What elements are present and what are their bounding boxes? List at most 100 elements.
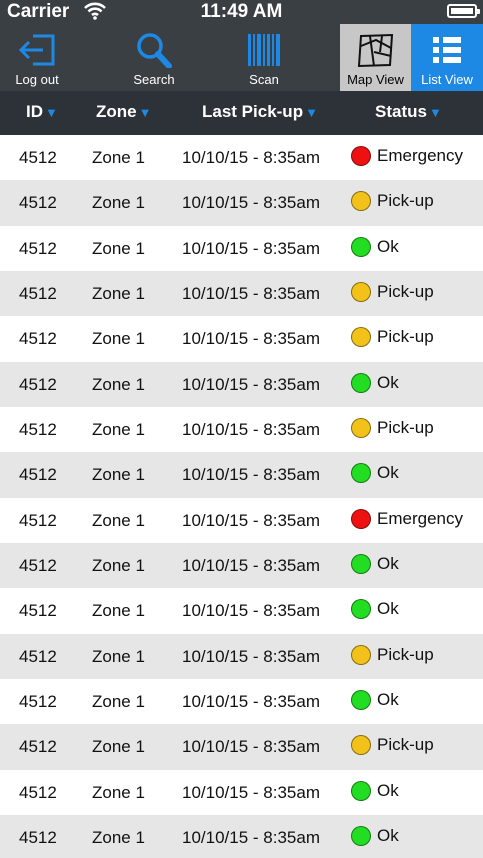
status-dot-icon xyxy=(351,780,371,801)
last-pickup-time: 10/10/15 - 8:35am xyxy=(182,283,320,303)
status-dot-icon xyxy=(351,146,371,166)
table-header: ID ▼ Zone ▼ Last Pick-up ▼ Status ▼ xyxy=(0,91,483,135)
header-id-label: ID xyxy=(26,102,43,121)
status-label: Ok xyxy=(377,780,399,800)
bin-zone: Zone 1 xyxy=(92,827,145,847)
table-row[interactable]: 4512 Zone 1 10/10/15 - 8:35am Ok xyxy=(0,542,483,589)
bin-zone: Zone 1 xyxy=(92,555,145,575)
last-pickup-time: 10/10/15 - 8:35am xyxy=(182,691,320,711)
status-dot-icon xyxy=(351,463,371,484)
sort-arrow-icon: ▼ xyxy=(45,105,58,120)
status-label: Ok xyxy=(377,689,399,709)
bin-id: 4512 xyxy=(19,148,57,167)
app-screen: Carrier 11:49 AM Log out Search Scan Map… xyxy=(0,0,483,858)
last-pickup-time: 10/10/15 - 8:35am xyxy=(182,646,320,666)
bin-zone: Zone 1 xyxy=(92,283,145,303)
sort-arrow-icon: ▼ xyxy=(428,105,442,120)
scan-button[interactable]: Scan xyxy=(228,24,300,91)
sort-last-pickup-header[interactable]: Last Pick-up ▼ xyxy=(202,102,318,122)
status-cell: Ok xyxy=(351,463,399,484)
status-cell: Emergency xyxy=(351,508,463,529)
status-dot-icon xyxy=(351,281,371,302)
table-row[interactable]: 4512 Zone 1 10/10/15 - 8:35am Ok xyxy=(0,361,483,407)
logout-label: Log out xyxy=(15,72,59,87)
search-icon xyxy=(137,33,172,68)
list-icon xyxy=(433,37,461,63)
table-row[interactable]: 4512 Zone 1 10/10/15 - 8:35am Ok xyxy=(0,452,483,498)
table-row[interactable]: 4512 Zone 1 10/10/15 - 8:35am Emergency xyxy=(0,135,483,181)
table-row[interactable]: 4512 Zone 1 10/10/15 - 8:35am Pick-up xyxy=(0,316,483,362)
bin-id: 4512 xyxy=(19,646,57,666)
status-cell: Pick-up xyxy=(351,281,434,302)
last-pickup-time: 10/10/15 - 8:35am xyxy=(182,238,320,258)
status-label: Emergency xyxy=(377,508,463,528)
status-label: Emergency xyxy=(377,146,463,165)
bin-zone: Zone 1 xyxy=(92,510,145,530)
list-view-button[interactable]: List View xyxy=(411,24,483,91)
table-row[interactable]: 4512 Zone 1 10/10/15 - 8:35am Pick-up xyxy=(0,180,483,226)
table-row[interactable]: 4512 Zone 1 10/10/15 - 8:35am Pick-up xyxy=(0,270,483,317)
table-row[interactable]: 4512 Zone 1 10/10/15 - 8:35am Pick-up xyxy=(0,724,483,770)
bin-id: 4512 xyxy=(19,465,57,485)
table-row[interactable]: 4512 Zone 1 10/10/15 - 8:35am Pick-up xyxy=(0,406,483,453)
toolbar: Log out Search Scan Map View List View xyxy=(0,24,483,91)
logout-button[interactable]: Log out xyxy=(2,24,72,91)
bin-id: 4512 xyxy=(19,782,57,802)
table-row[interactable]: 4512 Zone 1 10/10/15 - 8:35am Ok xyxy=(0,225,483,271)
bin-zone: Zone 1 xyxy=(92,374,145,394)
status-dot-icon xyxy=(351,825,371,846)
bin-zone: Zone 1 xyxy=(92,601,145,621)
barcode-icon xyxy=(248,34,280,66)
status-cell: Pick-up xyxy=(351,327,434,348)
logout-icon xyxy=(18,34,55,66)
sort-id-header[interactable]: ID ▼ xyxy=(26,102,58,122)
bin-list: 4512 Zone 1 10/10/15 - 8:35am Emergency 4512… xyxy=(0,135,483,858)
bin-zone: Zone 1 xyxy=(92,646,145,666)
status-label: Ok xyxy=(377,553,399,573)
table-row[interactable]: 4512 Zone 1 10/10/15 - 8:35am Ok xyxy=(0,588,483,634)
status-cell: Ok xyxy=(351,553,399,574)
status-label: Pick-up xyxy=(377,281,434,301)
bin-zone: Zone 1 xyxy=(92,691,145,711)
last-pickup-time: 10/10/15 - 8:35am xyxy=(182,329,320,349)
status-cell: Ok xyxy=(351,236,399,257)
table-row[interactable]: 4512 Zone 1 10/10/15 - 8:35am Ok xyxy=(0,769,483,815)
bin-zone: Zone 1 xyxy=(92,782,145,802)
bin-zone: Zone 1 xyxy=(92,148,145,167)
status-label: Pick-up xyxy=(377,191,434,211)
status-cell: Pick-up xyxy=(351,644,434,665)
last-pickup-time: 10/10/15 - 8:35am xyxy=(182,737,320,757)
status-cell: Pick-up xyxy=(351,191,434,212)
sort-zone-header[interactable]: Zone ▼ xyxy=(96,102,151,122)
list-view-label: List View xyxy=(421,72,473,87)
sort-arrow-icon: ▼ xyxy=(305,105,318,120)
sort-status-header[interactable]: Status ▼ xyxy=(375,102,442,122)
status-label: Pick-up xyxy=(377,417,434,437)
map-view-button[interactable]: Map View xyxy=(340,24,411,91)
bin-id: 4512 xyxy=(19,193,57,213)
last-pickup-time: 10/10/15 - 8:35am xyxy=(182,601,320,621)
status-label: Pick-up xyxy=(377,735,434,755)
status-label: Ok xyxy=(377,372,399,392)
status-cell: Pick-up xyxy=(351,735,434,756)
status-dot-icon xyxy=(351,689,371,710)
status-dot-icon xyxy=(351,599,371,620)
status-cell: Emergency xyxy=(351,146,463,166)
search-button[interactable]: Search xyxy=(118,24,190,91)
bin-id: 4512 xyxy=(19,238,57,258)
status-cell: Ok xyxy=(351,599,399,620)
status-dot-icon xyxy=(351,191,371,212)
header-status-label: Status xyxy=(375,102,427,121)
bin-zone: Zone 1 xyxy=(92,238,145,258)
last-pickup-time: 10/10/15 - 8:35am xyxy=(182,193,320,213)
table-row[interactable]: 4512 Zone 1 10/10/15 - 8:35am Emergency xyxy=(0,497,483,543)
clock-time: 11:49 AM xyxy=(200,1,283,22)
battery-icon xyxy=(447,4,480,18)
table-row[interactable]: 4512 Zone 1 10/10/15 - 8:35am Ok xyxy=(0,814,483,858)
bin-id: 4512 xyxy=(19,374,57,394)
status-cell: Pick-up xyxy=(351,417,434,438)
table-row[interactable]: 4512 Zone 1 10/10/15 - 8:35am Pick-up xyxy=(0,633,483,679)
bin-id: 4512 xyxy=(19,691,57,711)
status-dot-icon xyxy=(351,553,371,574)
table-row[interactable]: 4512 Zone 1 10/10/15 - 8:35am Ok xyxy=(0,678,483,725)
